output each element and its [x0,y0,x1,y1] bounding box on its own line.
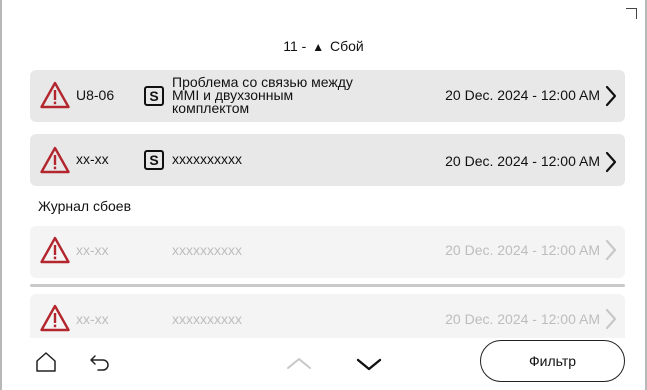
scroll-up-icon[interactable] [286,356,312,375]
fault-date: 20 Dec. 2024 - 12:00 AM [445,153,600,169]
fault-count: 11 [283,38,298,54]
chevron-right-icon [605,239,617,266]
fault-description: Проблема со связью между MMI и двухзонны… [172,75,353,116]
fault-code: xx-xx [76,151,109,167]
scroll-down-icon[interactable] [356,358,382,377]
filter-button[interactable]: Фильтр [480,340,625,382]
alert-triangle-icon [40,146,70,179]
corner-mark [626,8,637,19]
fault-date: 20 Dec. 2024 - 12:00 AM [445,87,600,103]
journal-row[interactable]: xx-xx xxxxxxxxxx 20 Dec. 2024 - 12:00 AM [30,226,625,278]
fault-journal-title: Журнал сбоев [38,198,132,214]
fault-code: xx-xx [76,311,109,327]
page-title: Сбой [330,38,364,54]
list-divider [30,284,625,287]
chevron-right-icon [605,85,617,112]
s-badge: S [144,150,164,170]
alert-triangle-icon [40,236,70,269]
fault-code: U8-06 [76,87,115,103]
home-icon[interactable] [34,350,58,379]
fault-code: xx-xx [76,242,109,258]
page-header: 11 - ▲ Сбой [0,38,647,54]
fault-row[interactable]: U8-06 S Проблема со связью между MMI и д… [30,70,625,122]
chevron-right-icon [605,308,617,335]
back-icon[interactable] [88,352,112,377]
header-separator: - [301,38,307,54]
fault-date: 20 Dec. 2024 - 12:00 AM [445,311,600,327]
alert-triangle-icon [40,304,70,337]
s-badge: S [144,86,164,106]
fault-description: xxxxxxxxxx [172,311,242,327]
chevron-right-icon [605,151,617,178]
fault-description: xxxxxxxxxx [172,151,242,167]
alert-triangle-icon [40,81,70,114]
description-line: комплектом [172,100,250,116]
fault-row[interactable]: xx-xx S xxxxxxxxxx 20 Dec. 2024 - 12:00 … [30,134,625,186]
fault-date: 20 Dec. 2024 - 12:00 AM [445,242,600,258]
fault-description: xxxxxxxxxx [172,242,242,258]
warning-triangle-icon: ▲ [312,40,325,54]
journal-row[interactable]: xx-xx xxxxxxxxxx 20 Dec. 2024 - 12:00 AM [30,294,625,338]
